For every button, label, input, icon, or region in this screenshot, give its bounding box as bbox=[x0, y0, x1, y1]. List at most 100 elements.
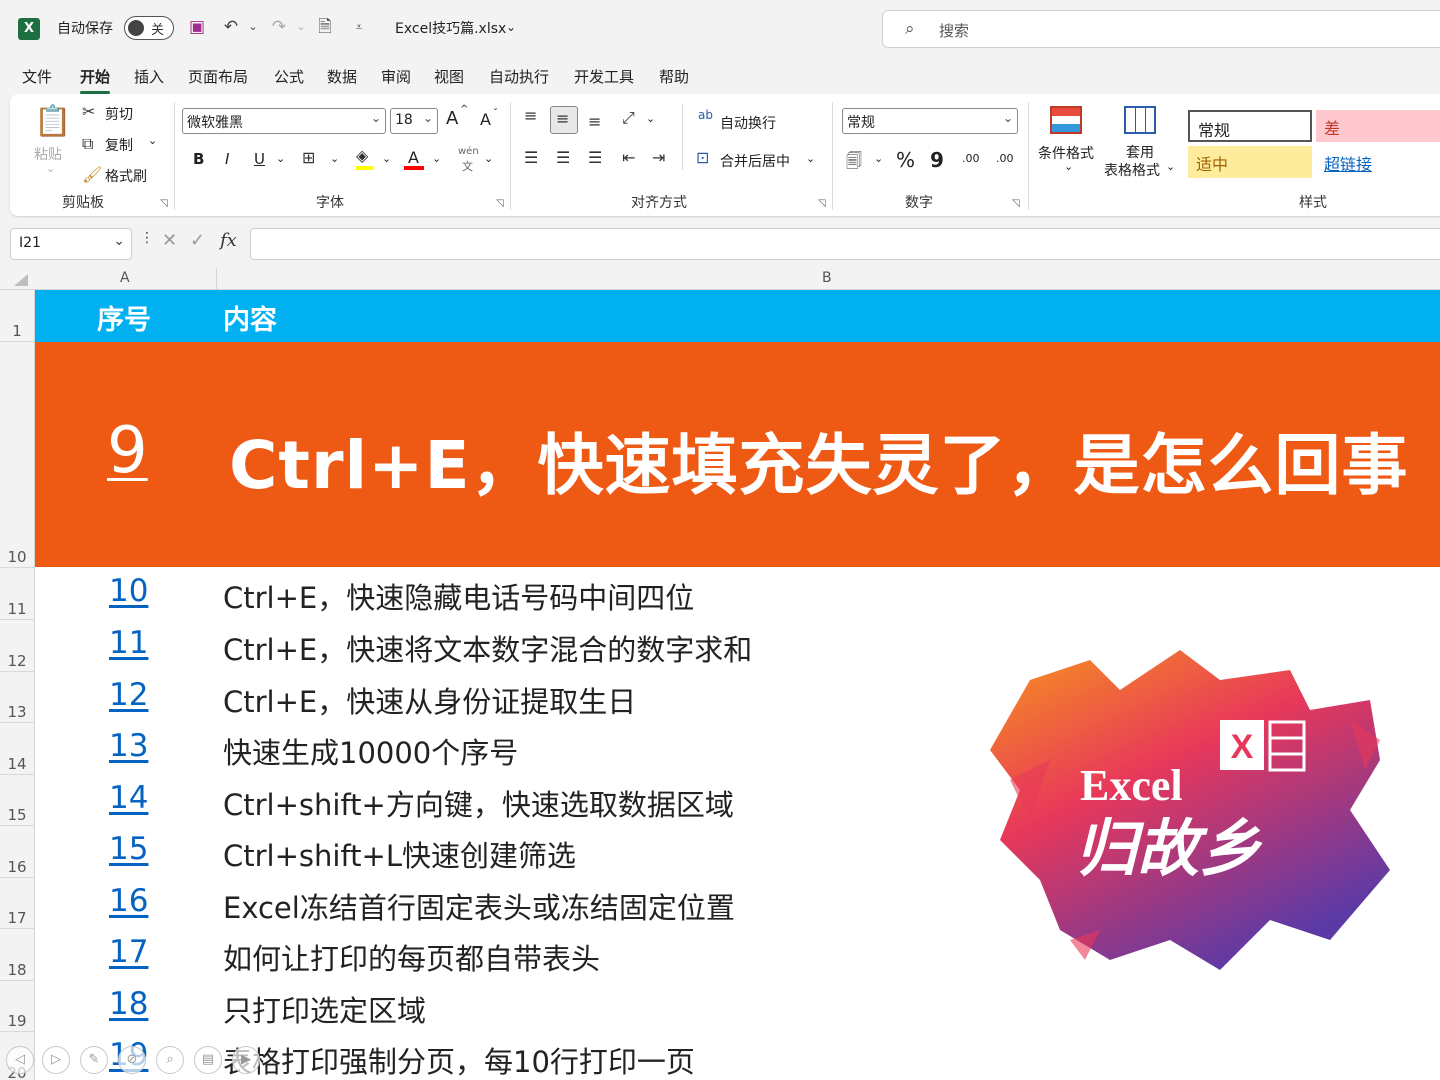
fill-chevron-down-icon[interactable]: ⌄ bbox=[382, 152, 391, 165]
redo-icon[interactable]: ↷ bbox=[268, 16, 290, 38]
view-icon[interactable]: ▤ bbox=[194, 1046, 222, 1074]
undo-icon[interactable]: ↶ bbox=[220, 16, 242, 38]
tab-review[interactable]: 审阅 bbox=[381, 66, 411, 87]
wrap-text-icon[interactable]: ab bbox=[698, 108, 713, 122]
phonetic-chevron-down-icon[interactable]: ⌄ bbox=[484, 152, 493, 165]
play-icon[interactable]: ▷ bbox=[42, 1046, 70, 1074]
font-launcher-icon[interactable]: ◹ bbox=[496, 198, 504, 209]
bold-button[interactable]: B bbox=[193, 150, 204, 168]
row-header[interactable]: 10 bbox=[0, 548, 34, 566]
table-row[interactable]: 10 Ctrl+E，快速隐藏电话号码中间四位 bbox=[35, 567, 1440, 619]
row-header[interactable]: 17 bbox=[0, 909, 34, 927]
tab-file[interactable]: 文件 bbox=[22, 66, 52, 87]
formula-input[interactable] bbox=[250, 228, 1440, 260]
cancel-icon[interactable]: ✕ bbox=[162, 230, 177, 251]
copy-icon[interactable]: ⧉ bbox=[82, 134, 93, 154]
tab-home[interactable]: 开始 bbox=[80, 66, 111, 94]
copy-button[interactable]: 复制 bbox=[105, 135, 133, 155]
row-number-link[interactable]: 15 bbox=[109, 831, 148, 867]
decrease-decimal-icon[interactable]: .00 bbox=[996, 152, 1014, 165]
number-format-select[interactable]: 常规 ⌄ bbox=[842, 108, 1018, 134]
orientation-icon[interactable]: ⤢ bbox=[622, 108, 635, 128]
tab-view[interactable]: 视图 bbox=[434, 66, 464, 87]
row-header[interactable]: 12 bbox=[0, 652, 34, 670]
zoom-icon[interactable]: ⌕ bbox=[156, 1046, 184, 1074]
format-as-table-line1[interactable]: 套用 bbox=[1126, 142, 1154, 162]
shrink-font-icon[interactable]: A bbox=[480, 110, 491, 129]
style-hyperlink[interactable]: 超链接 bbox=[1316, 146, 1440, 178]
style-normal[interactable]: 常规 bbox=[1188, 110, 1312, 142]
orientation-chevron-down-icon[interactable]: ⌄ bbox=[646, 112, 655, 125]
row-number-link[interactable]: 11 bbox=[109, 625, 148, 661]
camera-icon[interactable]: ▶ bbox=[232, 1046, 260, 1074]
column-header-a[interactable]: A bbox=[120, 270, 130, 286]
copy-chevron-down-icon[interactable]: ⌄ bbox=[148, 134, 157, 147]
insert-function-button[interactable]: fx bbox=[220, 230, 237, 251]
font-name-select[interactable]: 微软雅黑 ⌄ bbox=[182, 108, 386, 134]
italic-button[interactable]: I bbox=[225, 150, 229, 168]
row-number-link[interactable]: 12 bbox=[109, 677, 148, 713]
format-painter-icon[interactable]: 🖌 bbox=[82, 165, 102, 184]
currency-chevron-down-icon[interactable]: ⌄ bbox=[874, 152, 883, 165]
cut-button[interactable]: 剪切 bbox=[105, 104, 133, 124]
merge-center-button[interactable]: 合并后居中 bbox=[720, 151, 790, 171]
row-number-link[interactable]: 16 bbox=[109, 883, 148, 919]
row-header[interactable]: 19 bbox=[0, 1012, 34, 1030]
align-bottom-icon[interactable]: ≡ bbox=[588, 112, 601, 131]
save-icon[interactable]: ▣ bbox=[186, 16, 208, 38]
tab-developer[interactable]: 开发工具 bbox=[574, 66, 634, 87]
undo-dropdown-icon[interactable]: ⌄ bbox=[242, 16, 264, 38]
filename-chevron-down-icon[interactable]: ⌄ bbox=[506, 20, 516, 34]
featured-row[interactable]: 9 Ctrl+E，快速填充失灵了，是怎么回事 bbox=[35, 342, 1440, 567]
font-color-icon[interactable]: A bbox=[408, 148, 419, 167]
paste-icon[interactable]: 📋 bbox=[34, 104, 71, 140]
featured-number-link[interactable]: 9 bbox=[107, 414, 148, 488]
tab-automate[interactable]: 自动执行 bbox=[489, 66, 549, 87]
style-bad[interactable]: 差 bbox=[1316, 110, 1440, 142]
pointer-icon[interactable]: ⊘ bbox=[118, 1046, 146, 1074]
file-name[interactable]: Excel技巧篇.xlsx bbox=[395, 18, 506, 38]
format-as-table-button[interactable]: 表格格式 bbox=[1104, 160, 1160, 180]
table-row[interactable]: 18 只打印选定区域 bbox=[35, 980, 1440, 1032]
row-header[interactable]: 18 bbox=[0, 961, 34, 979]
redo-dropdown-icon[interactable]: ⌄ bbox=[290, 16, 312, 38]
currency-icon[interactable]: 🗐 bbox=[846, 150, 862, 177]
tab-insert[interactable]: 插入 bbox=[134, 66, 164, 87]
column-header-b[interactable]: B bbox=[822, 270, 832, 286]
row-header[interactable]: 15 bbox=[0, 806, 34, 824]
align-right-icon[interactable]: ☰ bbox=[588, 148, 602, 167]
row-header[interactable]: 14 bbox=[0, 755, 34, 773]
row-header[interactable]: 13 bbox=[0, 703, 34, 721]
grow-font-icon[interactable]: A bbox=[446, 108, 458, 129]
row-header[interactable]: 16 bbox=[0, 858, 34, 876]
clipboard-launcher-icon[interactable]: ◹ bbox=[160, 198, 168, 209]
underline-button[interactable]: U bbox=[254, 150, 265, 168]
font-color-chevron-down-icon[interactable]: ⌄ bbox=[432, 152, 441, 165]
underline-chevron-down-icon[interactable]: ⌄ bbox=[276, 152, 285, 165]
search-box[interactable]: ⌕ 搜索 bbox=[882, 10, 1440, 48]
print-preview-icon[interactable]: 🗎 bbox=[314, 16, 336, 38]
conditional-format-icon[interactable] bbox=[1050, 106, 1082, 134]
row-number-link[interactable]: 14 bbox=[109, 780, 148, 816]
cut-icon[interactable]: ✂ bbox=[82, 102, 95, 121]
more-options-icon[interactable]: ⋮ bbox=[140, 230, 154, 246]
merge-chevron-down-icon[interactable]: ⌄ bbox=[806, 152, 815, 165]
comma-button[interactable]: 9 bbox=[930, 148, 944, 172]
row-number-link[interactable]: 18 bbox=[109, 986, 148, 1022]
tab-page-layout[interactable]: 页面布局 bbox=[188, 66, 248, 87]
percent-button[interactable]: % bbox=[896, 148, 915, 172]
prev-icon[interactable]: ◁ bbox=[6, 1046, 34, 1074]
style-neutral[interactable]: 适中 bbox=[1188, 146, 1312, 178]
increase-decimal-icon[interactable]: .00 bbox=[962, 152, 980, 165]
font-size-select[interactable]: 18 ⌄ bbox=[390, 108, 438, 134]
decrease-indent-icon[interactable]: ⇤ bbox=[622, 148, 635, 167]
tab-data[interactable]: 数据 bbox=[327, 66, 357, 87]
header-row[interactable]: 序号 内容 bbox=[35, 290, 1440, 342]
customize-qat-icon[interactable]: ⩡ bbox=[348, 16, 370, 38]
pen-icon[interactable]: ✎ bbox=[80, 1046, 108, 1074]
row-number-link[interactable]: 17 bbox=[109, 934, 148, 970]
row-number-link[interactable]: 13 bbox=[109, 728, 148, 764]
border-chevron-down-icon[interactable]: ⌄ bbox=[330, 152, 339, 165]
format-as-table-icon[interactable] bbox=[1124, 106, 1156, 134]
phonetic-icon[interactable]: wén bbox=[458, 146, 479, 157]
